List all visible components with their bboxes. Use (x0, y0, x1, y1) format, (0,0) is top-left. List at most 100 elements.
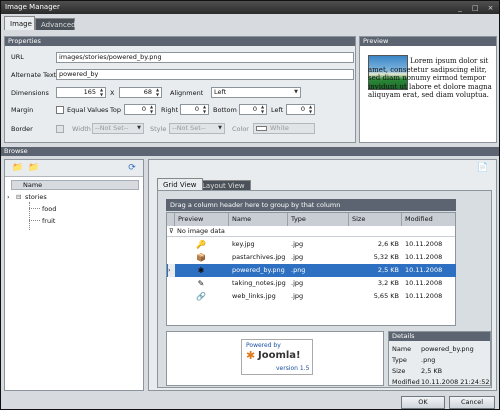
spin-icon[interactable]: ▲ ▼ (148, 105, 155, 114)
filter-row[interactable]: ⊽ No image data (167, 226, 455, 237)
border-style-select[interactable]: --Not Set-- ▼ (169, 123, 225, 134)
spin-icon[interactable]: ▲ ▼ (98, 88, 105, 97)
color-swatch (256, 126, 267, 131)
width-value: 165 (83, 88, 96, 96)
margin-label: Margin (11, 106, 34, 114)
alignment-select[interactable]: Left ▼ (211, 87, 301, 98)
cell-type: .jpg (291, 292, 304, 300)
details-header: Details (389, 332, 490, 341)
table-row[interactable]: 🔑 key.jpg .jpg 2,6 KB 10.11.2008 (167, 238, 456, 251)
files-pane: 📄 Grid View Layout View Drag a column he… (148, 159, 497, 391)
links-thumb-icon: 🔗 (196, 292, 206, 301)
col-modified[interactable]: Modified (402, 213, 455, 226)
col-type[interactable]: Type (288, 213, 349, 226)
table-row[interactable]: › ✱ powered_by.png .png 2,5 KB 10.11.2008 (167, 264, 456, 277)
margin-top-label: Top (110, 106, 121, 114)
spin-icon[interactable]: ▲ ▼ (307, 105, 314, 114)
border-color-picker[interactable]: White (253, 123, 315, 134)
alt-text-input[interactable]: powered_by (56, 69, 354, 80)
details-name-label: Name (392, 345, 412, 353)
margin-left-stepper[interactable]: 0 ▲ ▼ (286, 104, 315, 115)
spin-icon[interactable]: ▲ ▼ (154, 88, 161, 97)
tab-advanced[interactable]: Advanced (35, 18, 76, 30)
properties-panel: Properties URL images/stories/powered_by… (4, 36, 356, 143)
filter-text: No image data (177, 227, 225, 235)
cell-size: 5,65 KB (373, 292, 399, 300)
joomla-logo: Powered by ✱ Joomla! version 1.5 (241, 339, 313, 375)
height-stepper[interactable]: 68 ▲ ▼ (119, 87, 162, 98)
cancel-button[interactable]: Cancel (449, 396, 495, 409)
url-label: URL (11, 53, 24, 61)
tree-item-stories[interactable]: stories (25, 193, 47, 201)
margin-bottom-stepper[interactable]: 0 ▲ ▼ (239, 104, 267, 115)
cell-name: web_links.jpg (232, 292, 276, 300)
tab-grid-view[interactable]: Grid View (157, 178, 203, 190)
margin-right-value: 0 (194, 105, 199, 113)
border-checkbox[interactable] (56, 125, 64, 133)
height-value: 68 (143, 88, 152, 96)
tab-layout-view[interactable]: Layout View (196, 180, 251, 190)
details-name-value: powered_by.png (421, 345, 474, 353)
upload-icon[interactable]: 📄 (476, 162, 490, 174)
cell-modified: 10.11.2008 (405, 292, 443, 300)
browse-header: Browse (1, 147, 499, 156)
cell-modified: 10.11.2008 (405, 253, 443, 261)
spin-icon[interactable]: ▲ ▼ (259, 105, 266, 114)
table-row[interactable]: ✎ taking_notes.jpg .jpg 3,2 KB 10.11.2008 (167, 277, 456, 290)
spin-icon[interactable]: ▲ ▼ (201, 105, 208, 114)
url-input[interactable]: images/stories/powered_by.png (56, 52, 354, 63)
alignment-value: Left (214, 88, 227, 96)
preview-panel: Preview Lorem ipsum dolor sit amet, cons… (359, 36, 497, 143)
cell-modified: 10.11.2008 (405, 240, 443, 248)
border-color-value: White (270, 124, 289, 132)
chevron-down-icon: ▼ (294, 89, 298, 95)
border-style-label: Style (150, 125, 167, 133)
margin-top-stepper[interactable]: 0 ▲ ▼ (124, 104, 156, 115)
col-preview[interactable]: Preview (175, 213, 229, 226)
border-width-value: --Not Set-- (95, 124, 129, 132)
border-label: Border (11, 125, 33, 133)
table-row[interactable]: 📦 pastarchives.jpg .jpg 5,32 KB 10.11.2008 (167, 251, 456, 264)
minimize-icon[interactable]: _ (455, 3, 466, 13)
tree-item-food[interactable]: food (42, 205, 56, 213)
collapse-icon[interactable]: ⊟ (16, 193, 21, 201)
margin-right-stepper[interactable]: 0 ▲ ▼ (180, 104, 209, 115)
details-modified-label: Modified (392, 378, 420, 386)
margin-top-value: 0 (141, 105, 146, 113)
cell-size: 5,32 KB (373, 253, 399, 261)
tree-expander-icon[interactable]: › (7, 193, 10, 201)
margin-bottom-value: 0 (252, 105, 257, 113)
tree-item-fruit[interactable]: fruit (42, 217, 55, 225)
file-grid: Preview Name Type Size Modified ⊽ No ima… (166, 212, 456, 326)
tree-line (29, 220, 40, 221)
table-row[interactable]: 🔗 web_links.jpg .jpg 5,65 KB 10.11.2008 (167, 290, 456, 303)
refresh-icon[interactable]: ⟳ (125, 162, 139, 174)
cell-size: 2,6 KB (377, 240, 399, 248)
margin-left-label: Left (271, 106, 284, 114)
details-size-value: 2,5 KB (421, 367, 443, 375)
folder-toolbar: 📁 📁 ⟳ (5, 160, 143, 177)
width-stepper[interactable]: 165 ▲ ▼ (56, 87, 106, 98)
browse-section: Browse 📁 📁 ⟳ Name › ⊟ stories food fruit… (1, 147, 500, 393)
preview-header: Preview (360, 37, 496, 46)
ok-button[interactable]: OK (401, 396, 445, 409)
x-label: X (110, 89, 115, 97)
col-size[interactable]: Size (349, 213, 402, 226)
maximize-icon[interactable]: □ (470, 3, 481, 13)
border-width-select[interactable]: --Not Set-- ▼ (92, 123, 144, 134)
tab-image[interactable]: Image (4, 16, 35, 30)
close-icon[interactable]: × (485, 3, 496, 13)
col-name[interactable]: Name (229, 213, 288, 226)
row-pointer-icon: › (168, 264, 175, 277)
cell-name: taking_notes.jpg (232, 279, 286, 287)
details-panel: Details Name powered_by.png Type .png Si… (388, 331, 491, 386)
equal-values-checkbox[interactable] (56, 106, 64, 114)
archive-thumb-icon: 📦 (196, 253, 206, 262)
margin-right-label: Right (161, 106, 179, 114)
new-folder-icon[interactable]: 📁 (11, 162, 25, 174)
cell-size: 2,5 KB (377, 266, 399, 274)
window-title: Image Manager (5, 3, 60, 11)
cell-type: .jpg (291, 279, 304, 287)
delete-folder-icon[interactable]: 📁 (27, 162, 41, 174)
border-style-value: --Not Set-- (172, 124, 206, 132)
